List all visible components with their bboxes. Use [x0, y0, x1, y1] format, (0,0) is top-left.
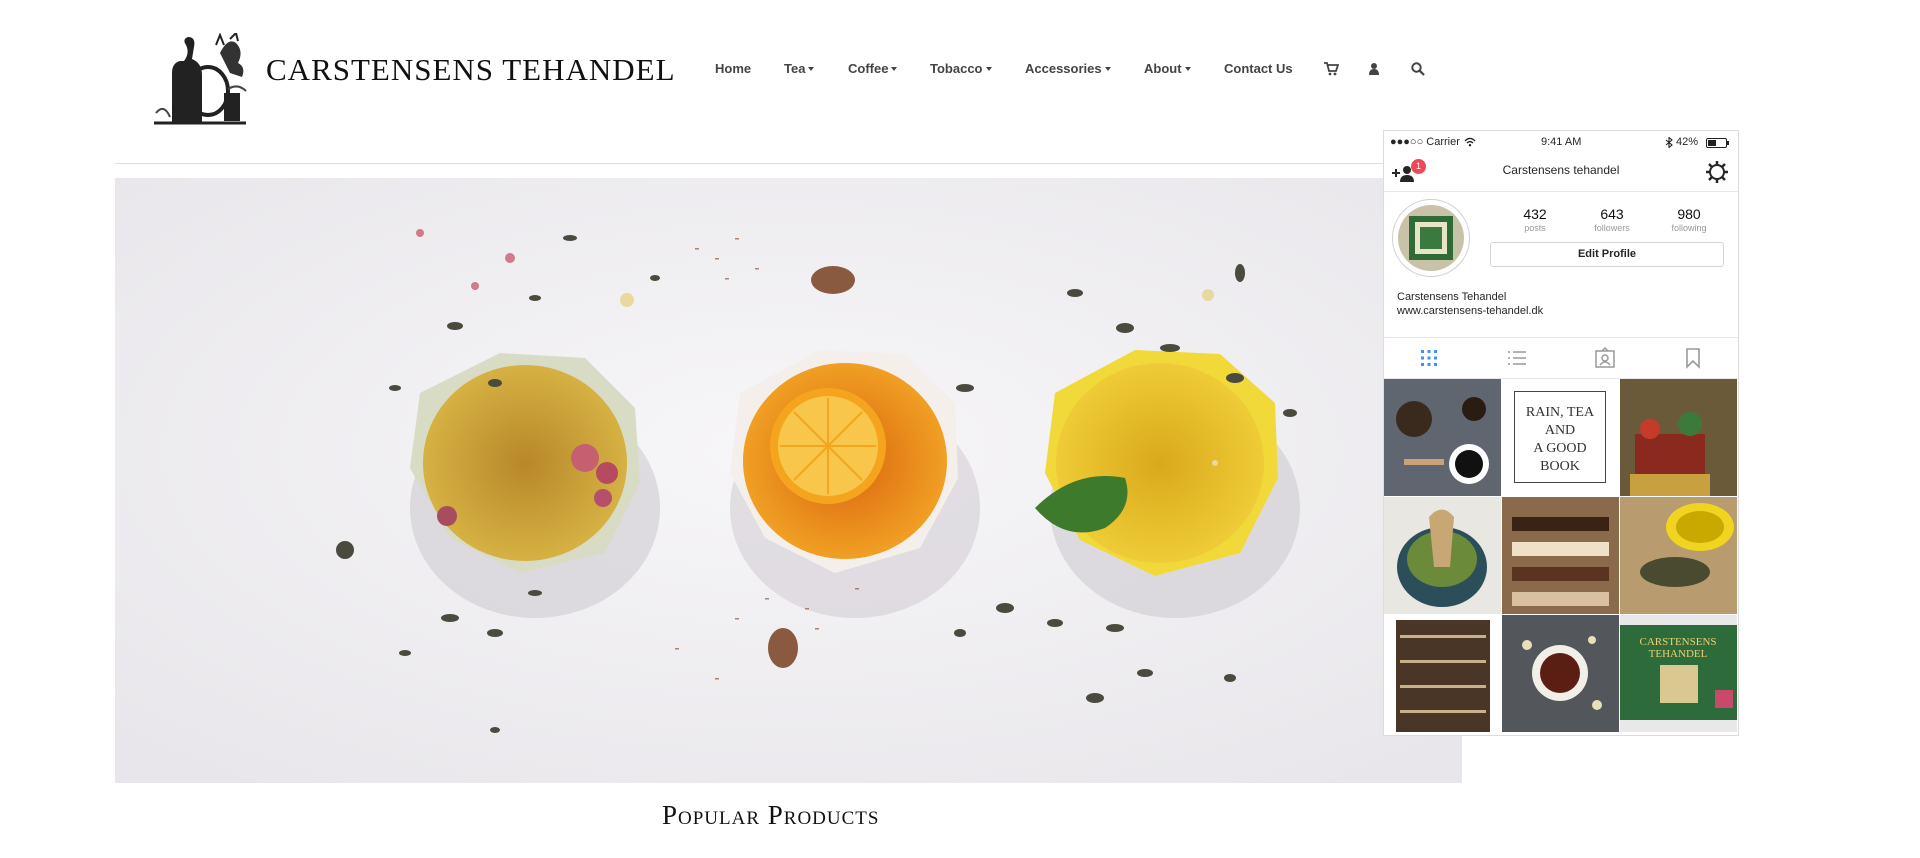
- section-title: Popular Products: [662, 800, 880, 830]
- nav-coffee[interactable]: Coffee: [848, 61, 898, 76]
- chevron-down-icon: [891, 67, 898, 71]
- tagged-icon[interactable]: [1593, 346, 1617, 370]
- shop-sign-avatar-image: [1398, 205, 1464, 271]
- coffee-tools-image: [1384, 379, 1501, 496]
- quote-frame: RAIN, TEA AND A GOOD BOOK: [1514, 391, 1606, 483]
- hero-image: [115, 178, 1462, 783]
- chevron-down-icon: [1184, 67, 1191, 71]
- bio-url[interactable]: www.carstensens-tehandel.dk: [1397, 305, 1543, 317]
- battery-label: 42%: [1676, 136, 1699, 148]
- nav-tea[interactable]: Tea: [784, 61, 815, 76]
- time-label: 9:41 AM: [1541, 136, 1582, 148]
- posts-label: posts: [1524, 223, 1546, 233]
- shop-display-image: [1620, 379, 1737, 496]
- header-divider: [115, 163, 1460, 164]
- posts-count: 432: [1523, 206, 1547, 222]
- chevron-down-icon: [808, 67, 815, 71]
- status-bar: ●●●○○ Carrier 9:41 AM 42%: [1384, 136, 1738, 150]
- bio-name: Carstensens Tehandel: [1397, 291, 1507, 303]
- quote-line-3: A GOOD: [1533, 441, 1587, 456]
- quote-line-4: BOOK: [1540, 459, 1580, 474]
- post-chocolates[interactable]: [1502, 497, 1619, 614]
- nav-contact-label: Contact Us: [1224, 61, 1293, 76]
- post-matcha-whisk[interactable]: [1384, 497, 1501, 614]
- shop-sign-line-1: CARSTENSENS: [1639, 636, 1716, 648]
- followers-count: 643: [1600, 206, 1624, 222]
- list-icon[interactable]: [1505, 346, 1529, 370]
- post-tea-cup[interactable]: [1502, 615, 1619, 732]
- edit-profile-button[interactable]: Edit Profile: [1490, 242, 1724, 267]
- logo-illustration[interactable]: [150, 33, 250, 127]
- nav-accessories[interactable]: Accessories: [1025, 61, 1111, 76]
- followers-label: followers: [1594, 223, 1630, 233]
- chevron-down-icon: [1104, 67, 1111, 71]
- user-icon[interactable]: [1366, 61, 1382, 77]
- avatar[interactable]: [1392, 199, 1470, 277]
- nav-tobacco[interactable]: Tobacco: [930, 61, 992, 76]
- matcha-whisk-image: [1384, 497, 1501, 614]
- nav-home-label: Home: [715, 61, 752, 76]
- chocolates-image: [1502, 497, 1619, 614]
- post-shop-sign[interactable]: CARSTENSENS TEHANDEL: [1620, 615, 1737, 732]
- yellow-cup-image: [1620, 497, 1737, 614]
- post-quote[interactable]: RAIN, TEA AND A GOOD BOOK: [1502, 379, 1619, 496]
- nav-coffee-label: Coffee: [848, 61, 889, 76]
- quote-line-1: RAIN, TEA: [1525, 405, 1595, 420]
- nav-about[interactable]: About: [1144, 61, 1191, 76]
- post-yellow-cup[interactable]: [1620, 497, 1737, 614]
- stat-posts[interactable]: 432 posts: [1500, 206, 1570, 233]
- following-label: following: [1671, 223, 1707, 233]
- shop-sign-image: CARSTENSENS TEHANDEL: [1620, 615, 1737, 732]
- nav-tobacco-label: Tobacco: [930, 61, 983, 76]
- shop-shelves-image: [1384, 615, 1501, 732]
- chevron-down-icon: [985, 67, 992, 71]
- search-icon[interactable]: [1410, 61, 1426, 77]
- nav-about-label: About: [1144, 61, 1182, 76]
- post-shop-display[interactable]: [1620, 379, 1737, 496]
- cart-icon[interactable]: [1323, 61, 1339, 77]
- carrier-label: ●●●○○ Carrier: [1390, 136, 1460, 148]
- brand-name[interactable]: CARSTENSENS TEHANDEL: [266, 52, 676, 88]
- stat-following[interactable]: 980 following: [1654, 206, 1724, 233]
- profile-username: Carstensens tehandel: [1502, 163, 1620, 177]
- post-coffee-tools[interactable]: [1384, 379, 1501, 496]
- battery-icon: [1706, 138, 1729, 148]
- gear-icon[interactable]: [1706, 161, 1728, 183]
- profile-header: 1 Carstensens tehandel: [1384, 153, 1738, 192]
- stat-followers[interactable]: 643 followers: [1577, 206, 1647, 233]
- profile-tabs: [1384, 337, 1738, 379]
- bluetooth-icon: [1665, 137, 1673, 148]
- wifi-icon: [1464, 137, 1476, 147]
- tea-cup-image: [1502, 615, 1619, 732]
- nav-contact-us[interactable]: Contact Us: [1224, 61, 1293, 76]
- bookmark-icon[interactable]: [1681, 346, 1705, 370]
- shop-sign-line-2: TEHANDEL: [1649, 648, 1708, 660]
- following-count: 980: [1677, 206, 1701, 222]
- nav-home[interactable]: Home: [715, 61, 751, 76]
- nav-accessories-label: Accessories: [1025, 61, 1102, 76]
- post-shop-shelves[interactable]: [1384, 615, 1501, 732]
- grid-icon[interactable]: [1417, 346, 1441, 370]
- nav-tea-label: Tea: [784, 61, 806, 76]
- quote-line-2: AND: [1544, 423, 1576, 438]
- instagram-phone-mockup: ●●●○○ Carrier 9:41 AM 42% 1 Carstensens …: [1383, 130, 1739, 736]
